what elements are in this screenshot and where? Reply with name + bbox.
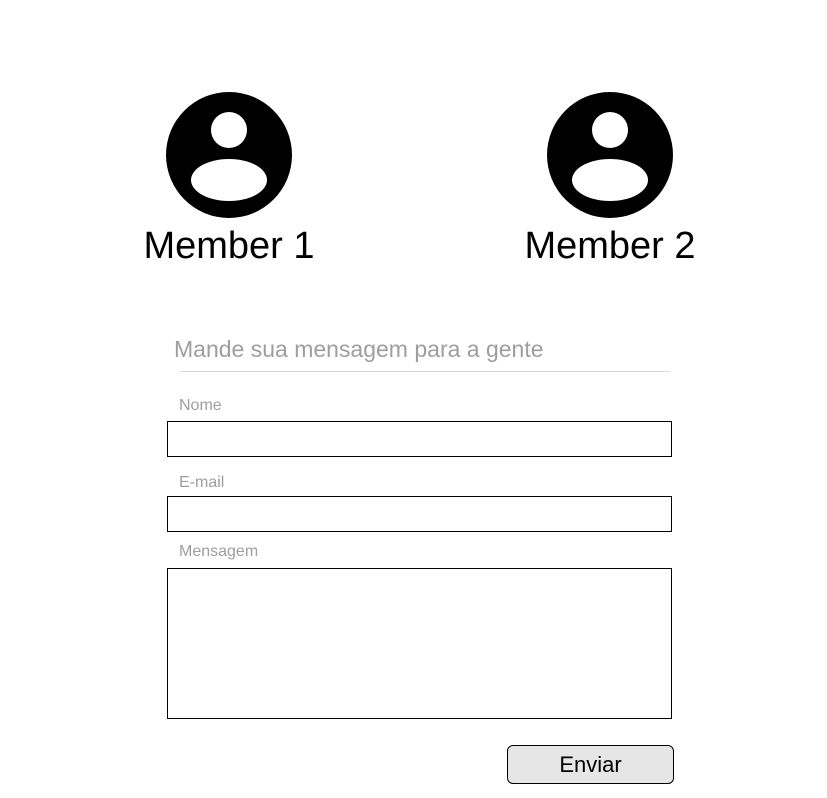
member-name: Member 2 — [524, 225, 696, 267]
user-avatar-icon — [166, 92, 292, 218]
user-avatar-icon — [547, 92, 673, 218]
name-field-label: Nome — [179, 397, 222, 414]
member-card-1: Member 1 — [129, 92, 329, 268]
submit-button[interactable]: Enviar — [507, 745, 674, 784]
message-textarea[interactable] — [167, 568, 672, 719]
message-field-label: Mensagem — [179, 543, 259, 560]
name-input[interactable] — [167, 421, 672, 457]
email-input[interactable] — [167, 496, 672, 532]
heading-divider — [180, 371, 670, 372]
member-name: Member 1 — [143, 225, 315, 267]
member-card-2: Member 2 — [510, 92, 710, 268]
contact-form-heading: Mande sua mensagem para a gente — [174, 336, 544, 362]
email-field-label: E-mail — [179, 474, 225, 491]
